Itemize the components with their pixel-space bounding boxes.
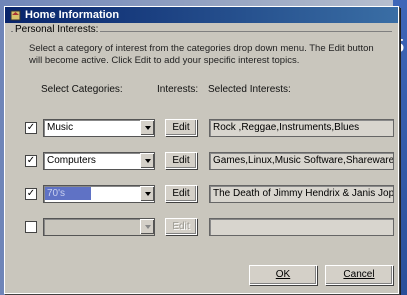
interest-row-4: Edit — [5, 216, 398, 238]
row-4-category-select[interactable] — [43, 218, 155, 236]
row-1-category-select[interactable]: Music — [43, 119, 155, 137]
row-1-selected-interests: Rock ,Reggae,Instruments,Blues — [209, 119, 394, 137]
row-3-edit-button[interactable]: Edit — [165, 185, 197, 202]
row-4-edit-button[interactable]: Edit — [165, 218, 197, 235]
row-1-checkbox[interactable]: ✓ — [25, 122, 37, 134]
title-bar[interactable]: Home Information — [5, 7, 398, 23]
selected-interests-header: Selected Interests: — [208, 84, 291, 95]
interests-header: Interests: — [157, 84, 199, 95]
interest-row-3: ✓ 70's Edit The Death of Jimmy Hendrix &… — [5, 183, 398, 205]
row-1-category-value: Music — [47, 122, 74, 133]
row-3-category-select[interactable]: 70's — [43, 185, 155, 203]
cancel-button[interactable]: Cancel — [325, 265, 393, 285]
interest-row-1: ✓ Music Edit Rock ,Reggae,Instruments,Bl… — [5, 117, 398, 139]
select-categories-header: Select Categories: — [41, 84, 123, 95]
row-2-category-select[interactable]: Computers — [43, 152, 155, 170]
row-2-selected-interests: Games,Linux,Music Software,Shareware — [209, 152, 394, 170]
chevron-down-icon[interactable] — [140, 186, 154, 201]
home-information-dialog: Home Information Personal Interests: Sel… — [4, 6, 399, 294]
row-2-edit-button[interactable]: Edit — [165, 152, 197, 169]
chevron-down-icon[interactable] — [140, 153, 154, 168]
row-2-checkbox[interactable]: ✓ — [25, 155, 37, 167]
chevron-down-icon[interactable] — [140, 219, 154, 234]
row-1-edit-button[interactable]: Edit — [165, 119, 197, 136]
ok-button[interactable]: OK — [249, 265, 317, 285]
row-4-checkbox[interactable] — [25, 221, 37, 233]
row-3-checkbox[interactable]: ✓ — [25, 188, 37, 200]
interest-row-2: ✓ Computers Edit Games,Linux,Music Softw… — [5, 150, 398, 172]
row-1-interests-text: Rock ,Reggae,Instruments,Blues — [213, 122, 360, 133]
row-2-category-value: Computers — [47, 155, 96, 166]
home-icon — [9, 9, 21, 21]
row-4-selected-interests — [209, 218, 394, 236]
row-2-interests-text: Games,Linux,Music Software,Shareware — [213, 155, 394, 166]
group-label: Personal Interests: — [13, 24, 101, 35]
window-title: Home Information — [25, 9, 120, 21]
row-3-interests-text: The Death of Jimmy Hendrix & Janis Jopli — [213, 188, 394, 199]
row-3-selected-interests: The Death of Jimmy Hendrix & Janis Jopli — [209, 185, 394, 203]
ok-button-label: OK — [275, 269, 291, 280]
cancel-button-label: Cancel — [343, 269, 375, 280]
instructions-text: Select a category of interest from the c… — [29, 43, 374, 66]
chevron-down-icon[interactable] — [140, 120, 154, 135]
row-3-category-value: 70's — [45, 187, 92, 200]
